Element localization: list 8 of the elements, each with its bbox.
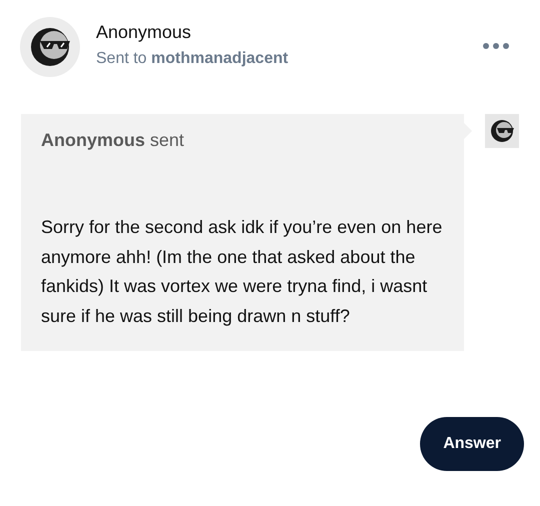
more-icon[interactable] bbox=[482, 42, 510, 50]
answer-button[interactable]: Answer bbox=[420, 417, 524, 471]
avatar-icon bbox=[20, 17, 80, 77]
recipient-line: Sent to mothmanadjacent bbox=[96, 50, 288, 68]
sender-name: Anonymous bbox=[96, 22, 192, 43]
message-text: Sorry for the second ask idk if you’re even on here anymore ahh! (Im the one that asked about the fankids) It was vortex we were tryna find, i wasnt sure if he was still being drawn n stuff? bbox=[41, 216, 444, 328]
avatar-icon bbox=[485, 114, 519, 148]
message-heading: Anonymous sent bbox=[41, 130, 186, 151]
